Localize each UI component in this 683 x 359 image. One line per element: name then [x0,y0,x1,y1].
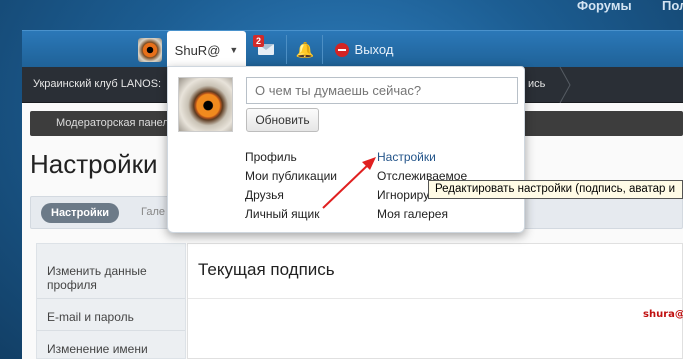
chevron-down-icon: ▼ [229,45,239,55]
menu-item-my-posts[interactable]: Мои публикации [245,169,337,183]
logout-button[interactable]: Выход [324,31,404,68]
nav-extra-link[interactable]: Пол [662,0,683,13]
settings-sidebar: Изменить данные профиля E-mail и пароль … [36,243,186,359]
moderator-panel-label: Модераторская панель [56,117,175,129]
update-status-button[interactable]: Обновить [246,108,319,132]
tab-gallery[interactable]: Гале [141,206,165,218]
signature-preview: shura@l [643,309,683,320]
divider [286,35,287,64]
user-avatar-button[interactable] [131,31,169,68]
nav-forums-link[interactable]: Форумы [577,0,632,13]
tab-settings[interactable]: Настройки [41,203,120,223]
divider [188,298,683,299]
settings-tooltip: Редактировать настройки (подпись, аватар… [428,180,683,199]
breadcrumb-home[interactable]: Украинский клуб LANOS: [33,78,161,90]
username-label: ShuR@ [174,42,221,58]
page-title: Настройки [30,149,158,179]
menu-item-inbox[interactable]: Личный ящик [245,207,319,221]
owl-eye-avatar-icon [138,37,162,62]
menu-item-friends[interactable]: Друзья [245,188,284,202]
breadcrumb-separator-icon [559,67,571,103]
menu-item-settings[interactable]: Настройки [377,150,436,164]
no-entry-icon [334,42,349,57]
user-dropdown-menu: Обновить Профиль Мои публикации Друзья Л… [167,66,525,233]
top-navigation: Форумы Пол [0,0,683,20]
user-menu-button[interactable]: ShuR@ ▼ [167,31,246,69]
sidebar-item-profile[interactable]: Изменить данные профиля [37,258,185,299]
current-signature-heading: Текущая подпись [198,260,335,279]
menu-item-profile[interactable]: Профиль [245,150,297,164]
menu-item-ignored[interactable]: Игнориру [377,188,429,202]
sidebar-item-email-password[interactable]: E-mail и пароль [37,304,185,331]
messages-button[interactable]: 2 [246,31,286,68]
notifications-button[interactable]: 🔔 [288,31,322,68]
breadcrumb-current[interactable]: ись [528,78,545,90]
menu-item-my-gallery[interactable]: Моя галерея [377,207,448,221]
messages-badge: 2 [253,35,265,47]
status-input[interactable] [246,77,518,104]
owl-eye-avatar-icon[interactable] [178,77,233,132]
user-bar: ShuR@ ▼ 2 🔔 Выход [22,30,683,69]
logout-label: Выход [354,42,394,57]
divider [322,35,323,64]
signature-panel: Текущая подпись shura@l [187,243,683,359]
bell-icon: 🔔 [295,41,315,59]
sidebar-item-rename[interactable]: Изменение имени [37,336,185,359]
